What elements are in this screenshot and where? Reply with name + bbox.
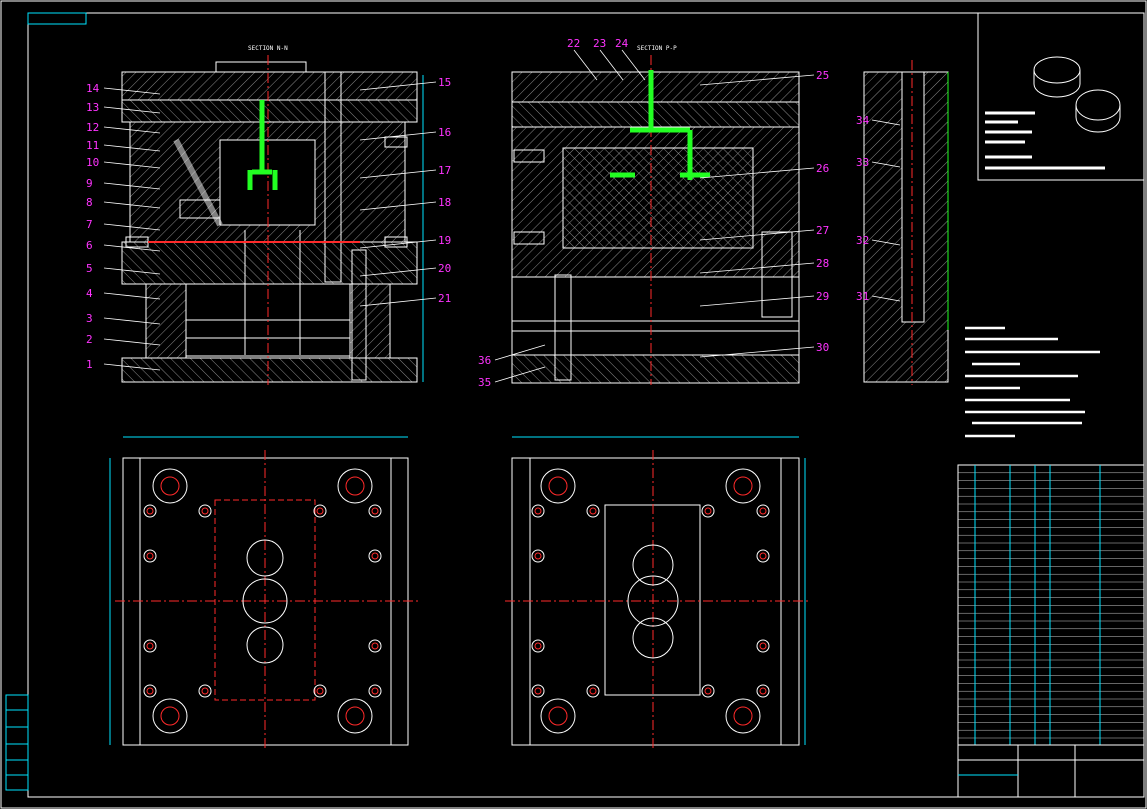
svg-text:28: 28: [816, 257, 829, 270]
svg-text:30: 30: [816, 341, 829, 354]
top-clamp-plate: [121, 71, 418, 101]
corner-box: [27, 12, 87, 25]
section-pp-title: SECTION P-P: [637, 45, 677, 52]
cad-drawing: SECTION N-N 1413121110987654321151617181…: [0, 0, 1147, 809]
svg-text:21: 21: [438, 292, 451, 305]
svg-text:23: 23: [593, 37, 606, 50]
svg-text:26: 26: [816, 162, 829, 175]
left-stamp-cells: [5, 694, 29, 791]
svg-text:1: 1: [86, 358, 93, 371]
svg-text:27: 27: [816, 224, 829, 237]
section-nn-view: SECTION N-N: [121, 45, 424, 385]
svg-text:31: 31: [856, 290, 869, 303]
top-plate-pp: [511, 71, 800, 103]
svg-text:29: 29: [816, 290, 829, 303]
svg-text:9: 9: [86, 177, 93, 190]
svg-text:10: 10: [86, 156, 99, 169]
svg-text:12: 12: [86, 121, 99, 134]
svg-text:15: 15: [438, 76, 451, 89]
title-block: [957, 744, 1145, 798]
parts-list-table: [957, 464, 1145, 746]
svg-text:7: 7: [86, 218, 93, 231]
svg-text:3: 3: [86, 312, 93, 325]
svg-text:6: 6: [86, 239, 93, 252]
bottom-clamp-plate: [121, 357, 418, 383]
plan-view-mid: [505, 436, 810, 750]
locating-ring: [215, 61, 307, 73]
svg-text:18: 18: [438, 196, 451, 209]
svg-text:24: 24: [615, 37, 629, 50]
svg-text:13: 13: [86, 101, 99, 114]
svg-text:33: 33: [856, 156, 869, 169]
runner-plate-pp: [511, 101, 800, 128]
svg-text:22: 22: [567, 37, 580, 50]
svg-text:34: 34: [856, 114, 870, 127]
runner-plate: [121, 99, 418, 123]
svg-text:5: 5: [86, 262, 93, 275]
plan-view-left: [109, 436, 420, 750]
insert-pp: [562, 147, 754, 249]
svg-text:25: 25: [816, 69, 829, 82]
svg-text:36: 36: [478, 354, 491, 367]
tech-requirements: [965, 326, 1100, 438]
svg-text:20: 20: [438, 262, 451, 275]
svg-text:32: 32: [856, 234, 869, 247]
svg-text:4: 4: [86, 287, 93, 300]
svg-text:35: 35: [478, 376, 491, 389]
svg-text:11: 11: [86, 139, 99, 152]
svg-text:14: 14: [86, 82, 100, 95]
svg-text:8: 8: [86, 196, 93, 209]
core-plate: [121, 241, 418, 285]
svg-text:16: 16: [438, 126, 451, 139]
svg-text:17: 17: [438, 164, 451, 177]
spacer-right: [349, 283, 391, 359]
section-pp-view: SECTION P-P: [511, 45, 800, 385]
product-sketch: [1033, 56, 1121, 133]
side-view: [863, 60, 949, 385]
spacer-left: [145, 283, 187, 359]
callout-29: 29: [699, 290, 829, 307]
svg-text:19: 19: [438, 234, 451, 247]
section-nn-title: SECTION N-N: [248, 45, 288, 52]
svg-text:2: 2: [86, 333, 93, 346]
product-notes: [985, 111, 1105, 170]
